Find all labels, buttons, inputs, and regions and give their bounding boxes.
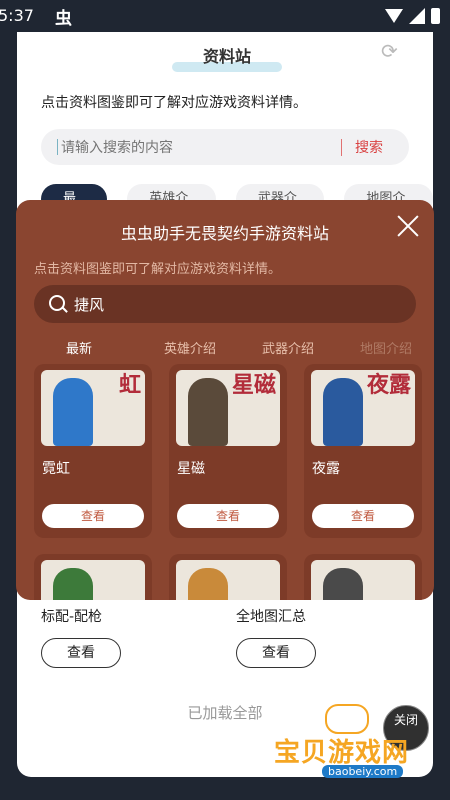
status-icons — [385, 8, 440, 24]
view-button[interactable]: 查看 — [312, 504, 414, 528]
list-item: 标配-配枪 查看 — [41, 606, 201, 668]
page-search-button[interactable]: 搜索 — [355, 137, 383, 157]
agent-card[interactable]: 夜露 夜露 查看 — [304, 364, 422, 538]
wifi-icon — [385, 9, 403, 23]
modal-tab-weapons[interactable]: 武器介绍 — [262, 338, 360, 357]
mascot-logo — [325, 704, 369, 734]
agent-image — [311, 560, 415, 600]
watermark-url: baobeiy.com — [322, 765, 404, 778]
page-description: 点击资料图鉴即可了解对应游戏资料详情。 — [41, 95, 307, 111]
search-divider — [341, 139, 342, 156]
loaded-all-text: 已加载全部 — [187, 704, 263, 722]
page-title: 资料站 — [172, 42, 282, 76]
agent-name: 星磁 — [177, 461, 205, 477]
agent-figure — [53, 568, 93, 600]
agent-card[interactable] — [34, 554, 152, 600]
page-search-bar: 搜索 — [41, 129, 409, 167]
item-label: 全地图汇总 — [236, 609, 306, 625]
agent-image — [41, 560, 145, 600]
status-bar: 5:37 虫 — [0, 0, 450, 32]
agent-figure — [323, 568, 363, 600]
battery-icon — [431, 8, 440, 24]
search-icon — [49, 295, 65, 311]
modal-title: 虫虫助手无畏契约手游资料站 — [120, 224, 329, 243]
view-button[interactable]: 查看 — [236, 638, 316, 668]
agent-art-text: 夜露 — [366, 373, 411, 398]
agent-name: 霓虹 — [42, 461, 70, 477]
agent-card[interactable]: 虹 霓虹 查看 — [34, 364, 152, 538]
agent-image: 星磁 — [176, 370, 280, 446]
agent-figure — [53, 378, 93, 446]
agent-name: 夜露 — [312, 461, 340, 477]
data-station-modal: 虫虫助手无畏契约手游资料站 点击资料图鉴即可了解对应游戏资料详情。 捷风 最新 … — [16, 200, 434, 600]
text-caret — [57, 139, 58, 155]
agent-figure — [188, 378, 228, 446]
page-search-input[interactable] — [59, 129, 333, 167]
close-icon[interactable] — [396, 214, 420, 238]
modal-search-query: 捷风 — [74, 296, 105, 314]
agent-card[interactable] — [304, 554, 422, 600]
list-item: 全地图汇总 查看 — [236, 606, 396, 668]
refresh-icon[interactable]: ⟳ — [381, 40, 403, 62]
modal-search-bar[interactable]: 捷风 — [34, 285, 416, 323]
view-button[interactable]: 查看 — [177, 504, 279, 528]
modal-description: 点击资料图鉴即可了解对应游戏资料详情。 — [34, 262, 282, 277]
item-label: 标配-配枪 — [41, 609, 103, 625]
agent-image — [176, 560, 280, 600]
modal-tab-heroes[interactable]: 英雄介绍 — [164, 338, 262, 357]
agent-card[interactable] — [169, 554, 287, 600]
notification-icon: 虫 — [55, 9, 72, 29]
agent-image: 夜露 — [311, 370, 415, 446]
signal-icon — [409, 8, 425, 24]
page-title-text: 资料站 — [202, 47, 251, 66]
view-button[interactable]: 查看 — [41, 638, 121, 668]
status-time: 5:37 — [0, 6, 34, 25]
agent-art-text: 虹 — [118, 373, 141, 398]
agent-card[interactable]: 星磁 星磁 查看 — [169, 364, 287, 538]
modal-tabs: 最新 英雄介绍 武器介绍 地图介绍 — [66, 338, 434, 357]
agent-art-text: 星磁 — [231, 373, 276, 398]
watermark-text: 宝贝游戏网 — [274, 738, 410, 768]
agent-figure — [188, 568, 228, 600]
modal-tab-maps[interactable]: 地图介绍 — [360, 338, 434, 357]
view-button[interactable]: 查看 — [42, 504, 144, 528]
agent-figure — [323, 378, 363, 446]
modal-tab-latest[interactable]: 最新 — [66, 338, 164, 357]
agent-image: 虹 — [41, 370, 145, 446]
